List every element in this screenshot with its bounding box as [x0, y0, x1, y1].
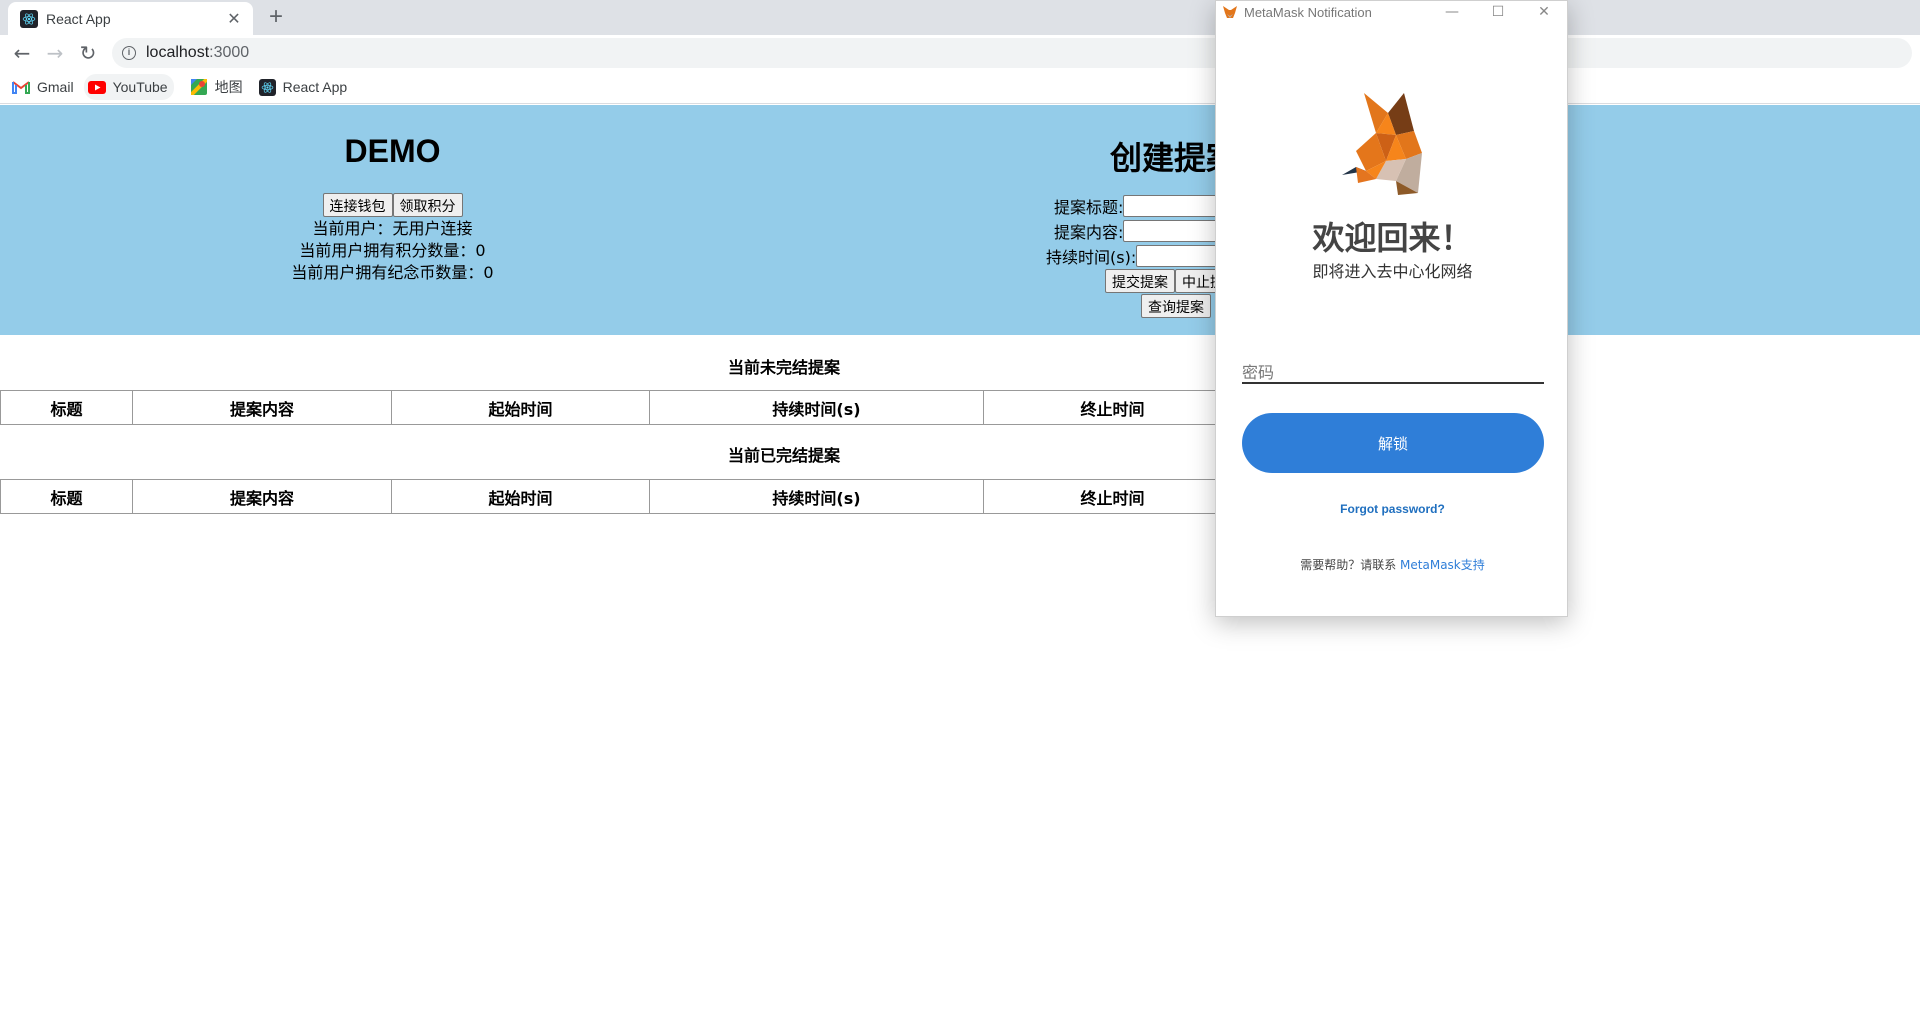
- tab-title: React App: [46, 10, 111, 27]
- password-field[interactable]: 密码: [1242, 351, 1544, 384]
- metamask-titlebar: MetaMask Notification — ☐ ✕: [1216, 1, 1567, 23]
- wallet-buttons: 连接钱包 领取积分: [0, 193, 785, 217]
- youtube-icon: [87, 79, 106, 95]
- column-header: 标题: [0, 390, 133, 425]
- column-header: 持续时间(s): [649, 390, 984, 425]
- table-header-row: 标题 提案内容 起始时间 持续时间(s) 终止时间: [0, 479, 1242, 514]
- minimize-icon[interactable]: —: [1429, 4, 1475, 20]
- column-header: 终止时间: [983, 479, 1242, 514]
- duration-label: 持续时间(s):: [1046, 248, 1137, 267]
- metamask-fox-logo-icon: [1342, 93, 1422, 195]
- column-header: 起始时间: [391, 479, 650, 514]
- tab-react-app[interactable]: React App ✕: [8, 2, 253, 35]
- help-text: 需要帮助？请联系 MetaMask支持: [1300, 558, 1485, 572]
- info-icon[interactable]: i: [122, 46, 136, 60]
- metamask-popup-window: MetaMask Notification — ☐ ✕ 欢迎回来！ 即将进入去中…: [1215, 0, 1568, 617]
- bookmark-maps[interactable]: 地图: [190, 74, 243, 100]
- bookmark-gmail[interactable]: Gmail: [12, 74, 74, 100]
- react-logo-icon: [20, 9, 38, 28]
- open-proposals-table: 标题 提案内容 起始时间 持续时间(s) 终止时间: [0, 390, 1242, 425]
- demo-title: DEMO: [344, 133, 441, 169]
- points-count-text: 当前用户拥有积分数量：0: [299, 241, 486, 260]
- demo-panel: DEMO 连接钱包 领取积分 当前用户：无用户连接 当前用户拥有积分数量：0 当…: [0, 105, 785, 284]
- metamask-fox-icon: [1223, 6, 1237, 18]
- url-text: localhost:3000: [146, 44, 250, 61]
- react-logo-icon: [258, 78, 276, 96]
- proposal-title-label: 提案标题:: [1054, 198, 1124, 217]
- forgot-password-link[interactable]: Forgot password?: [1216, 502, 1569, 516]
- close-icon[interactable]: ✕: [225, 9, 243, 28]
- closed-proposals-table: 标题 提案内容 起始时间 持续时间(s) 终止时间: [0, 479, 1242, 514]
- browser-toolbar: ← → ↻ i localhost:3000: [0, 35, 1920, 71]
- maps-icon: [190, 79, 208, 95]
- close-window-icon[interactable]: ✕: [1521, 4, 1567, 20]
- column-header: 提案内容: [132, 390, 392, 425]
- coins-count-text: 当前用户拥有纪念币数量：0: [291, 263, 494, 282]
- metamask-support-link[interactable]: MetaMask支持: [1400, 558, 1485, 572]
- column-header: 标题: [0, 479, 133, 514]
- welcome-back-heading: 欢迎回来！: [1312, 219, 1473, 257]
- bookmark-react-app[interactable]: React App: [258, 74, 347, 100]
- query-proposal-button[interactable]: 查询提案: [1141, 294, 1211, 318]
- table-header-row: 标题 提案内容 起始时间 持续时间(s) 终止时间: [0, 390, 1242, 425]
- claim-points-button[interactable]: 领取积分: [392, 193, 463, 217]
- address-bar[interactable]: i localhost:3000: [112, 38, 1912, 68]
- current-user-text: 当前用户：无用户连接: [312, 219, 473, 238]
- column-header: 终止时间: [983, 390, 1242, 425]
- welcome-subtitle: 即将进入去中心化网络: [1312, 262, 1473, 281]
- bookmarks-bar: Gmail YouTube 地图 React App: [0, 71, 1920, 104]
- bookmark-youtube[interactable]: YouTube: [83, 74, 174, 100]
- column-header: 提案内容: [132, 479, 392, 514]
- query-row: 查询提案: [1141, 294, 1211, 318]
- proposal-content-label: 提案内容:: [1054, 223, 1124, 242]
- window-title: MetaMask Notification: [1244, 4, 1372, 20]
- submit-proposal-button[interactable]: 提交提案: [1105, 269, 1175, 293]
- forward-icon[interactable]: →: [41, 39, 69, 67]
- hero-section: DEMO 连接钱包 领取积分 当前用户：无用户连接 当前用户拥有积分数量：0 当…: [0, 105, 1920, 335]
- gmail-icon: [12, 79, 30, 95]
- column-header: 持续时间(s): [649, 479, 984, 514]
- connect-wallet-button[interactable]: 连接钱包: [322, 193, 393, 217]
- column-header: 起始时间: [391, 390, 650, 425]
- reload-icon[interactable]: ↻: [74, 39, 102, 67]
- unlock-button[interactable]: 解锁: [1242, 413, 1544, 473]
- browser-tabstrip: React App ✕ +: [0, 0, 1920, 35]
- new-tab-icon[interactable]: +: [262, 4, 290, 32]
- back-icon[interactable]: ←: [8, 39, 36, 67]
- maximize-icon[interactable]: ☐: [1475, 4, 1521, 20]
